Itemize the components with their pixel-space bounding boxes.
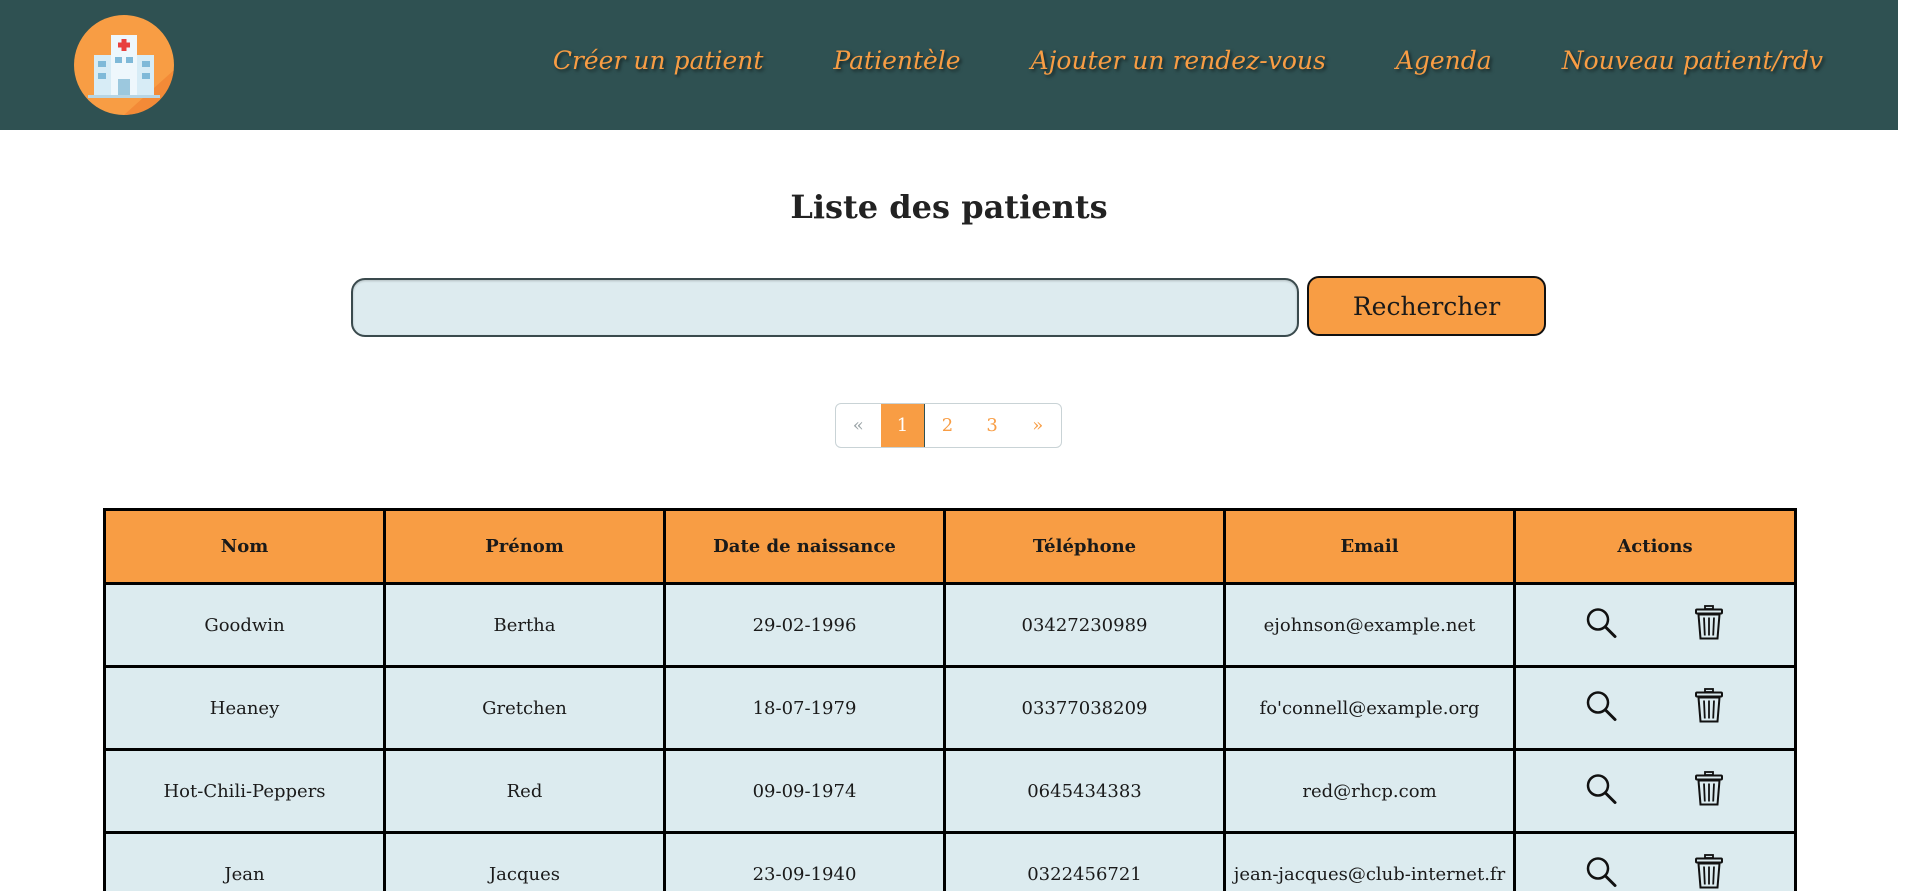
cell-actions <box>1513 665 1797 751</box>
nav-link-patientele[interactable]: Patientèle <box>833 46 960 75</box>
pagination-next[interactable]: » <box>1014 404 1061 447</box>
magnifier-icon[interactable] <box>1584 606 1618 645</box>
cell-date-naissance: 18-07-1979 <box>663 665 946 751</box>
cell-telephone: 0645434383 <box>943 748 1226 834</box>
trash-icon[interactable] <box>1694 854 1724 891</box>
cell-nom: Hot-Chili-Peppers <box>103 748 386 834</box>
table-row: Hot-Chili-Peppers Red 09-09-1974 0645434… <box>103 748 1797 834</box>
cell-email: ejohnson@example.net <box>1223 582 1516 668</box>
table-row: Goodwin Bertha 29-02-1996 03427230989 ej… <box>103 582 1797 668</box>
cell-actions <box>1513 582 1797 668</box>
search-input[interactable] <box>351 278 1299 337</box>
navbar: Créer un patient Patientèle Ajouter un r… <box>0 0 1898 130</box>
cell-date-naissance: 29-02-1996 <box>663 582 946 668</box>
column-header-email: Email <box>1223 508 1516 585</box>
magnifier-icon[interactable] <box>1584 772 1618 811</box>
magnifier-icon[interactable] <box>1584 855 1618 891</box>
cell-prenom: Jacques <box>383 831 666 891</box>
nav-link-creer-patient[interactable]: Créer un patient <box>553 46 764 75</box>
cell-email: fo'connell@example.org <box>1223 665 1516 751</box>
column-header-date-naissance: Date de naissance <box>663 508 946 585</box>
magnifier-icon[interactable] <box>1584 689 1618 728</box>
cell-prenom: Bertha <box>383 582 666 668</box>
pagination: « 1 2 3 » <box>835 403 1062 448</box>
cell-telephone: 03377038209 <box>943 665 1226 751</box>
page-title: Liste des patients <box>790 188 1108 226</box>
column-header-telephone: Téléphone <box>943 508 1226 585</box>
cell-actions <box>1513 831 1797 891</box>
cell-actions <box>1513 748 1797 834</box>
column-header-actions: Actions <box>1513 508 1797 585</box>
trash-icon[interactable] <box>1694 771 1724 812</box>
cell-telephone: 0322456721 <box>943 831 1226 891</box>
cell-email: red@rhcp.com <box>1223 748 1516 834</box>
hospital-icon[interactable] <box>74 15 174 115</box>
column-header-nom: Nom <box>103 508 386 585</box>
patients-table: Nom Prénom Date de naissance Téléphone E… <box>103 508 1797 891</box>
pagination-page-3[interactable]: 3 <box>970 404 1015 447</box>
cell-email: jean-jacques@club-internet.fr <box>1223 831 1516 891</box>
trash-icon[interactable] <box>1694 688 1724 729</box>
trash-icon[interactable] <box>1694 605 1724 646</box>
cell-prenom: Red <box>383 748 666 834</box>
pagination-page-1[interactable]: 1 <box>880 404 926 447</box>
pagination-prev[interactable]: « <box>836 404 881 447</box>
nav-link-ajouter-rdv[interactable]: Ajouter un rendez-vous <box>1031 46 1326 75</box>
table-row: Jean Jacques 23-09-1940 0322456721 jean-… <box>103 831 1797 891</box>
table-header-row: Nom Prénom Date de naissance Téléphone E… <box>103 508 1797 585</box>
cell-nom: Goodwin <box>103 582 386 668</box>
cell-prenom: Gretchen <box>383 665 666 751</box>
cell-date-naissance: 09-09-1974 <box>663 748 946 834</box>
table-row: Heaney Gretchen 18-07-1979 03377038209 f… <box>103 665 1797 751</box>
nav-link-nouveau-patient-rdv[interactable]: Nouveau patient/rdv <box>1562 46 1823 75</box>
cell-nom: Jean <box>103 831 386 891</box>
nav-link-agenda[interactable]: Agenda <box>1396 46 1492 75</box>
cell-date-naissance: 23-09-1940 <box>663 831 946 891</box>
cell-telephone: 03427230989 <box>943 582 1226 668</box>
pagination-page-2[interactable]: 2 <box>925 404 970 447</box>
main-nav: Créer un patient Patientèle Ajouter un r… <box>553 46 1823 75</box>
search-button[interactable]: Rechercher <box>1307 276 1546 336</box>
column-header-prenom: Prénom <box>383 508 666 585</box>
cell-nom: Heaney <box>103 665 386 751</box>
